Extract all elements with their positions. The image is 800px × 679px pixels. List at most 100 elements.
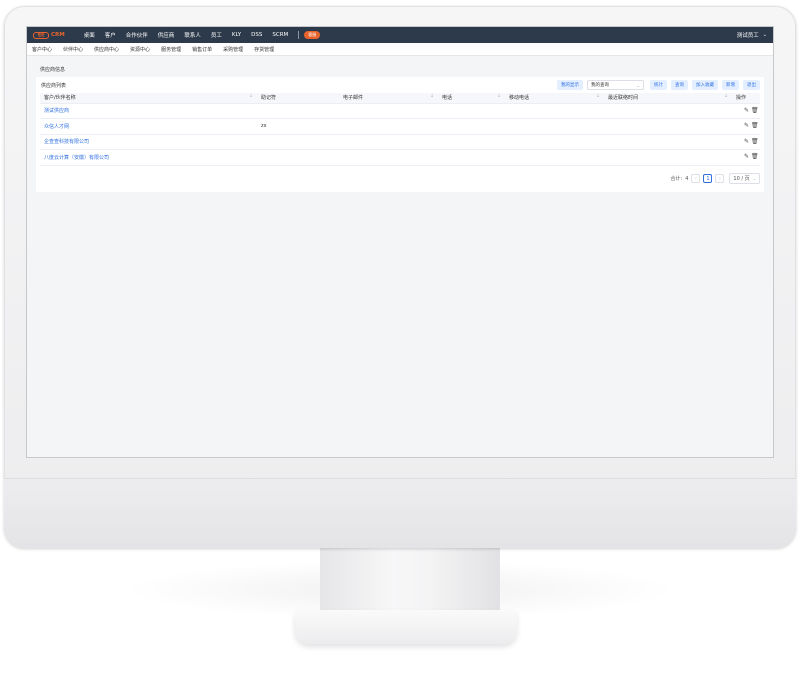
nav-contact[interactable]: 联系人: [184, 31, 201, 39]
monitor-stand-neck: [320, 548, 500, 616]
cell-mobile: [505, 118, 604, 135]
edit-icon[interactable]: ✎: [744, 123, 749, 129]
cell-last-contact: [604, 103, 732, 119]
column-header-code[interactable]: 助记符: [257, 93, 339, 104]
trash-icon[interactable]: 🗑: [751, 138, 759, 145]
user-menu[interactable]: 测试员工 ⌄: [737, 31, 767, 39]
query-button[interactable]: 查询: [671, 80, 688, 90]
add-favorite-button[interactable]: 加入收藏: [692, 80, 718, 90]
cell-last-contact: [604, 149, 732, 166]
supplier-name-link[interactable]: 八度云计算（安徽）有限公司: [40, 149, 257, 166]
supplier-name-link[interactable]: 测试供应商: [40, 103, 257, 119]
cell-code: zx: [257, 118, 339, 135]
nav-dss[interactable]: DSS: [251, 32, 262, 38]
sort-icon: ↓: [430, 94, 434, 99]
subnav-inventory-management[interactable]: 存货管理: [254, 46, 274, 53]
exit-button[interactable]: 退出: [743, 80, 760, 90]
sort-icon: ↓: [249, 94, 253, 99]
trash-icon[interactable]: 🗑: [751, 123, 759, 129]
logo-text: CRM: [51, 32, 65, 38]
table-row[interactable]: 众信人才网 zx ✎ 🗑: [40, 118, 760, 135]
subnav-customer-center[interactable]: 客户中心: [32, 46, 52, 53]
logo-mark: 悟空: [33, 31, 49, 39]
table-row[interactable]: 测试供应商 ✎ 🗑: [40, 103, 760, 119]
column-header-last-contact[interactable]: 最近联络时间 ↓: [604, 93, 732, 104]
subnav-resource-center[interactable]: 资源中心: [130, 46, 150, 53]
cell-mobile: [505, 103, 604, 119]
column-header-email[interactable]: 电子邮件 ↓: [339, 93, 438, 104]
panel-title: 供应商列表: [41, 82, 67, 89]
sort-icon: ↓: [497, 94, 501, 99]
app-screen: 悟空 CRM 桌面 客户 合作伙伴 供应商 联系人 员工 KLY DSS SCR…: [26, 26, 774, 458]
saved-query-value: 我的查询: [591, 83, 609, 88]
monitor-frame: 悟空 CRM 桌面 客户 合作伙伴 供应商 联系人 员工 KLY DSS SCR…: [4, 6, 796, 548]
app-logo[interactable]: 悟空 CRM: [33, 31, 65, 39]
row-actions: ✎ 🗑: [732, 134, 760, 150]
service-badge[interactable]: 客服: [304, 31, 321, 39]
subnav-purchase-management[interactable]: 采购管理: [223, 46, 243, 53]
nav-divider: [298, 31, 300, 39]
cell-code: [257, 134, 339, 150]
cell-email: [339, 134, 438, 150]
nav-desktop[interactable]: 桌面: [84, 31, 95, 39]
edit-icon[interactable]: ✎: [744, 154, 749, 160]
sort-icon: ↓: [596, 94, 600, 99]
column-header-mobile[interactable]: 移动电话 ↓: [505, 93, 604, 104]
page-size-select[interactable]: 10 / 页 ⌄: [729, 173, 760, 184]
edit-icon[interactable]: ✎: [744, 138, 749, 145]
nav-kly[interactable]: KLY: [232, 32, 241, 38]
table-row[interactable]: 八度云计算（安徽）有限公司 ✎ 🗑: [40, 149, 760, 166]
cell-last-contact: [604, 118, 732, 135]
cell-email: [339, 118, 438, 135]
column-header-phone[interactable]: 电话 ↓: [438, 93, 505, 104]
subnav-partner-center[interactable]: 伙伴中心: [63, 46, 83, 53]
pagination: 合计: 4 ‹ 1 › 10 / 页 ⌄: [36, 170, 764, 188]
nav-employee[interactable]: 员工: [211, 31, 222, 39]
user-name: 测试员工: [736, 33, 759, 39]
sub-navigation-bar: 客户中心 伙伴中心 供应商中心 资源中心 服务管理 销售订单 采购管理 存货管理: [27, 43, 773, 56]
monitor-chin: [4, 478, 796, 548]
page-title: 供应商信息: [40, 67, 66, 73]
monitor-stand-base: [295, 610, 517, 644]
supplier-name-link[interactable]: 众信人才网: [40, 118, 257, 135]
trash-icon[interactable]: 🗑: [751, 154, 759, 160]
supplier-list-panel: 供应商列表 我的显示 我的查询 ⌄ 统计 查询 加入收藏 新增 退出 客户/伙伴…: [36, 77, 764, 192]
chevron-down-icon: ⌄: [762, 32, 767, 38]
supplier-table: 客户/伙伴名称 ↓ 助记符 电子邮件 ↓ 电话 ↓ 移动电话 ↓ 最近联络时间 ↓ 操作 …: [40, 93, 760, 166]
cell-mobile: [505, 134, 604, 150]
nav-partner[interactable]: 合作伙伴: [126, 31, 148, 39]
total-label: 合计:: [670, 176, 683, 182]
column-header-name[interactable]: 客户/伙伴名称 ↓: [40, 93, 257, 104]
cell-email: [339, 103, 438, 119]
cell-mobile: [505, 149, 604, 166]
cell-last-contact: [604, 134, 732, 150]
chevron-down-icon: ⌄: [752, 176, 756, 181]
cell-code: [257, 149, 339, 166]
nav-customer[interactable]: 客户: [105, 31, 116, 39]
subnav-supplier-center[interactable]: 供应商中心: [94, 46, 119, 53]
current-page[interactable]: 1: [703, 174, 713, 183]
supplier-name-link[interactable]: 企查查科技有限公司: [40, 134, 257, 150]
row-actions: ✎ 🗑: [732, 103, 760, 119]
cell-phone: [438, 103, 505, 119]
cell-email: [339, 149, 438, 166]
top-navigation-bar: 悟空 CRM 桌面 客户 合作伙伴 供应商 联系人 员工 KLY DSS SCR…: [27, 27, 773, 43]
add-button[interactable]: 新增: [722, 80, 739, 90]
my-display-button[interactable]: 我的显示: [557, 80, 583, 90]
chevron-left-icon[interactable]: ‹: [691, 174, 701, 183]
cell-phone: [438, 134, 505, 150]
table-row[interactable]: 企查查科技有限公司 ✎ 🗑: [40, 134, 760, 150]
trash-icon[interactable]: 🗑: [751, 107, 759, 114]
stats-button[interactable]: 统计: [650, 80, 667, 90]
nav-supplier[interactable]: 供应商: [158, 31, 175, 39]
cell-phone: [438, 149, 505, 166]
total-count: 4: [685, 175, 689, 182]
saved-query-select[interactable]: 我的查询 ⌄: [587, 80, 644, 90]
row-actions: ✎ 🗑: [732, 118, 760, 135]
cell-phone: [438, 118, 505, 135]
chevron-right-icon[interactable]: ›: [715, 174, 725, 183]
edit-icon[interactable]: ✎: [744, 107, 749, 114]
subnav-sales-orders[interactable]: 销售订单: [192, 46, 212, 53]
subnav-service-management[interactable]: 服务管理: [161, 46, 181, 53]
nav-scrm[interactable]: SCRM: [272, 32, 288, 38]
